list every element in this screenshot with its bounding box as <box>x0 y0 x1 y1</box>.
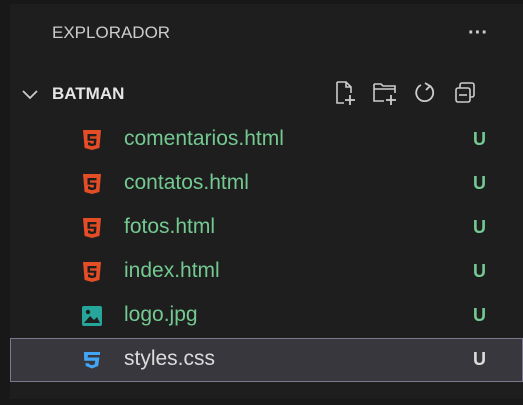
app-frame: EXPLORADOR ··· BATMAN comentarios.html U… <box>0 0 523 405</box>
html5-icon <box>80 258 104 286</box>
explorer-panel: EXPLORADOR ··· BATMAN comentarios.html U… <box>10 4 523 399</box>
file-row-comentarios[interactable]: comentarios.html U <box>10 118 523 162</box>
image-file-icon <box>80 302 104 330</box>
file-list: comentarios.html U contatos.html U fotos… <box>10 118 523 382</box>
collapse-all-icon[interactable] <box>452 78 478 108</box>
git-status-badge: U <box>473 217 486 237</box>
html5-icon <box>80 126 104 154</box>
file-row-contatos[interactable]: contatos.html U <box>10 162 523 206</box>
more-actions-button[interactable]: ··· <box>458 16 498 50</box>
file-name: contatos.html <box>124 171 249 194</box>
css3-icon <box>80 346 104 374</box>
explorer-title: EXPLORADOR <box>52 23 171 42</box>
file-name: logo.jpg <box>124 303 198 326</box>
folder-name: BATMAN <box>52 84 125 103</box>
file-row-fotos[interactable]: fotos.html U <box>10 206 523 250</box>
git-status-badge: U <box>473 129 486 149</box>
chevron-down-icon[interactable] <box>20 82 40 106</box>
folder-actions <box>332 78 478 110</box>
new-file-icon[interactable] <box>332 78 358 108</box>
file-name: fotos.html <box>124 215 216 238</box>
git-status-badge: U <box>473 261 486 281</box>
file-name: index.html <box>124 259 220 282</box>
new-folder-icon[interactable] <box>372 78 398 108</box>
file-name: comentarios.html <box>124 127 284 150</box>
html5-icon <box>80 214 104 242</box>
file-name: styles.css <box>124 347 216 370</box>
html5-icon <box>80 170 104 198</box>
folder-row-batman[interactable]: BATMAN <box>10 74 523 114</box>
explorer-header: EXPLORADOR ··· <box>10 4 523 60</box>
refresh-icon[interactable] <box>412 78 438 108</box>
file-row-logo[interactable]: logo.jpg U <box>10 294 523 338</box>
git-status-badge: U <box>473 173 486 193</box>
git-status-badge: U <box>473 349 486 369</box>
file-row-styles[interactable]: styles.css U <box>10 338 523 382</box>
git-status-badge: U <box>473 305 486 325</box>
file-row-index[interactable]: index.html U <box>10 250 523 294</box>
